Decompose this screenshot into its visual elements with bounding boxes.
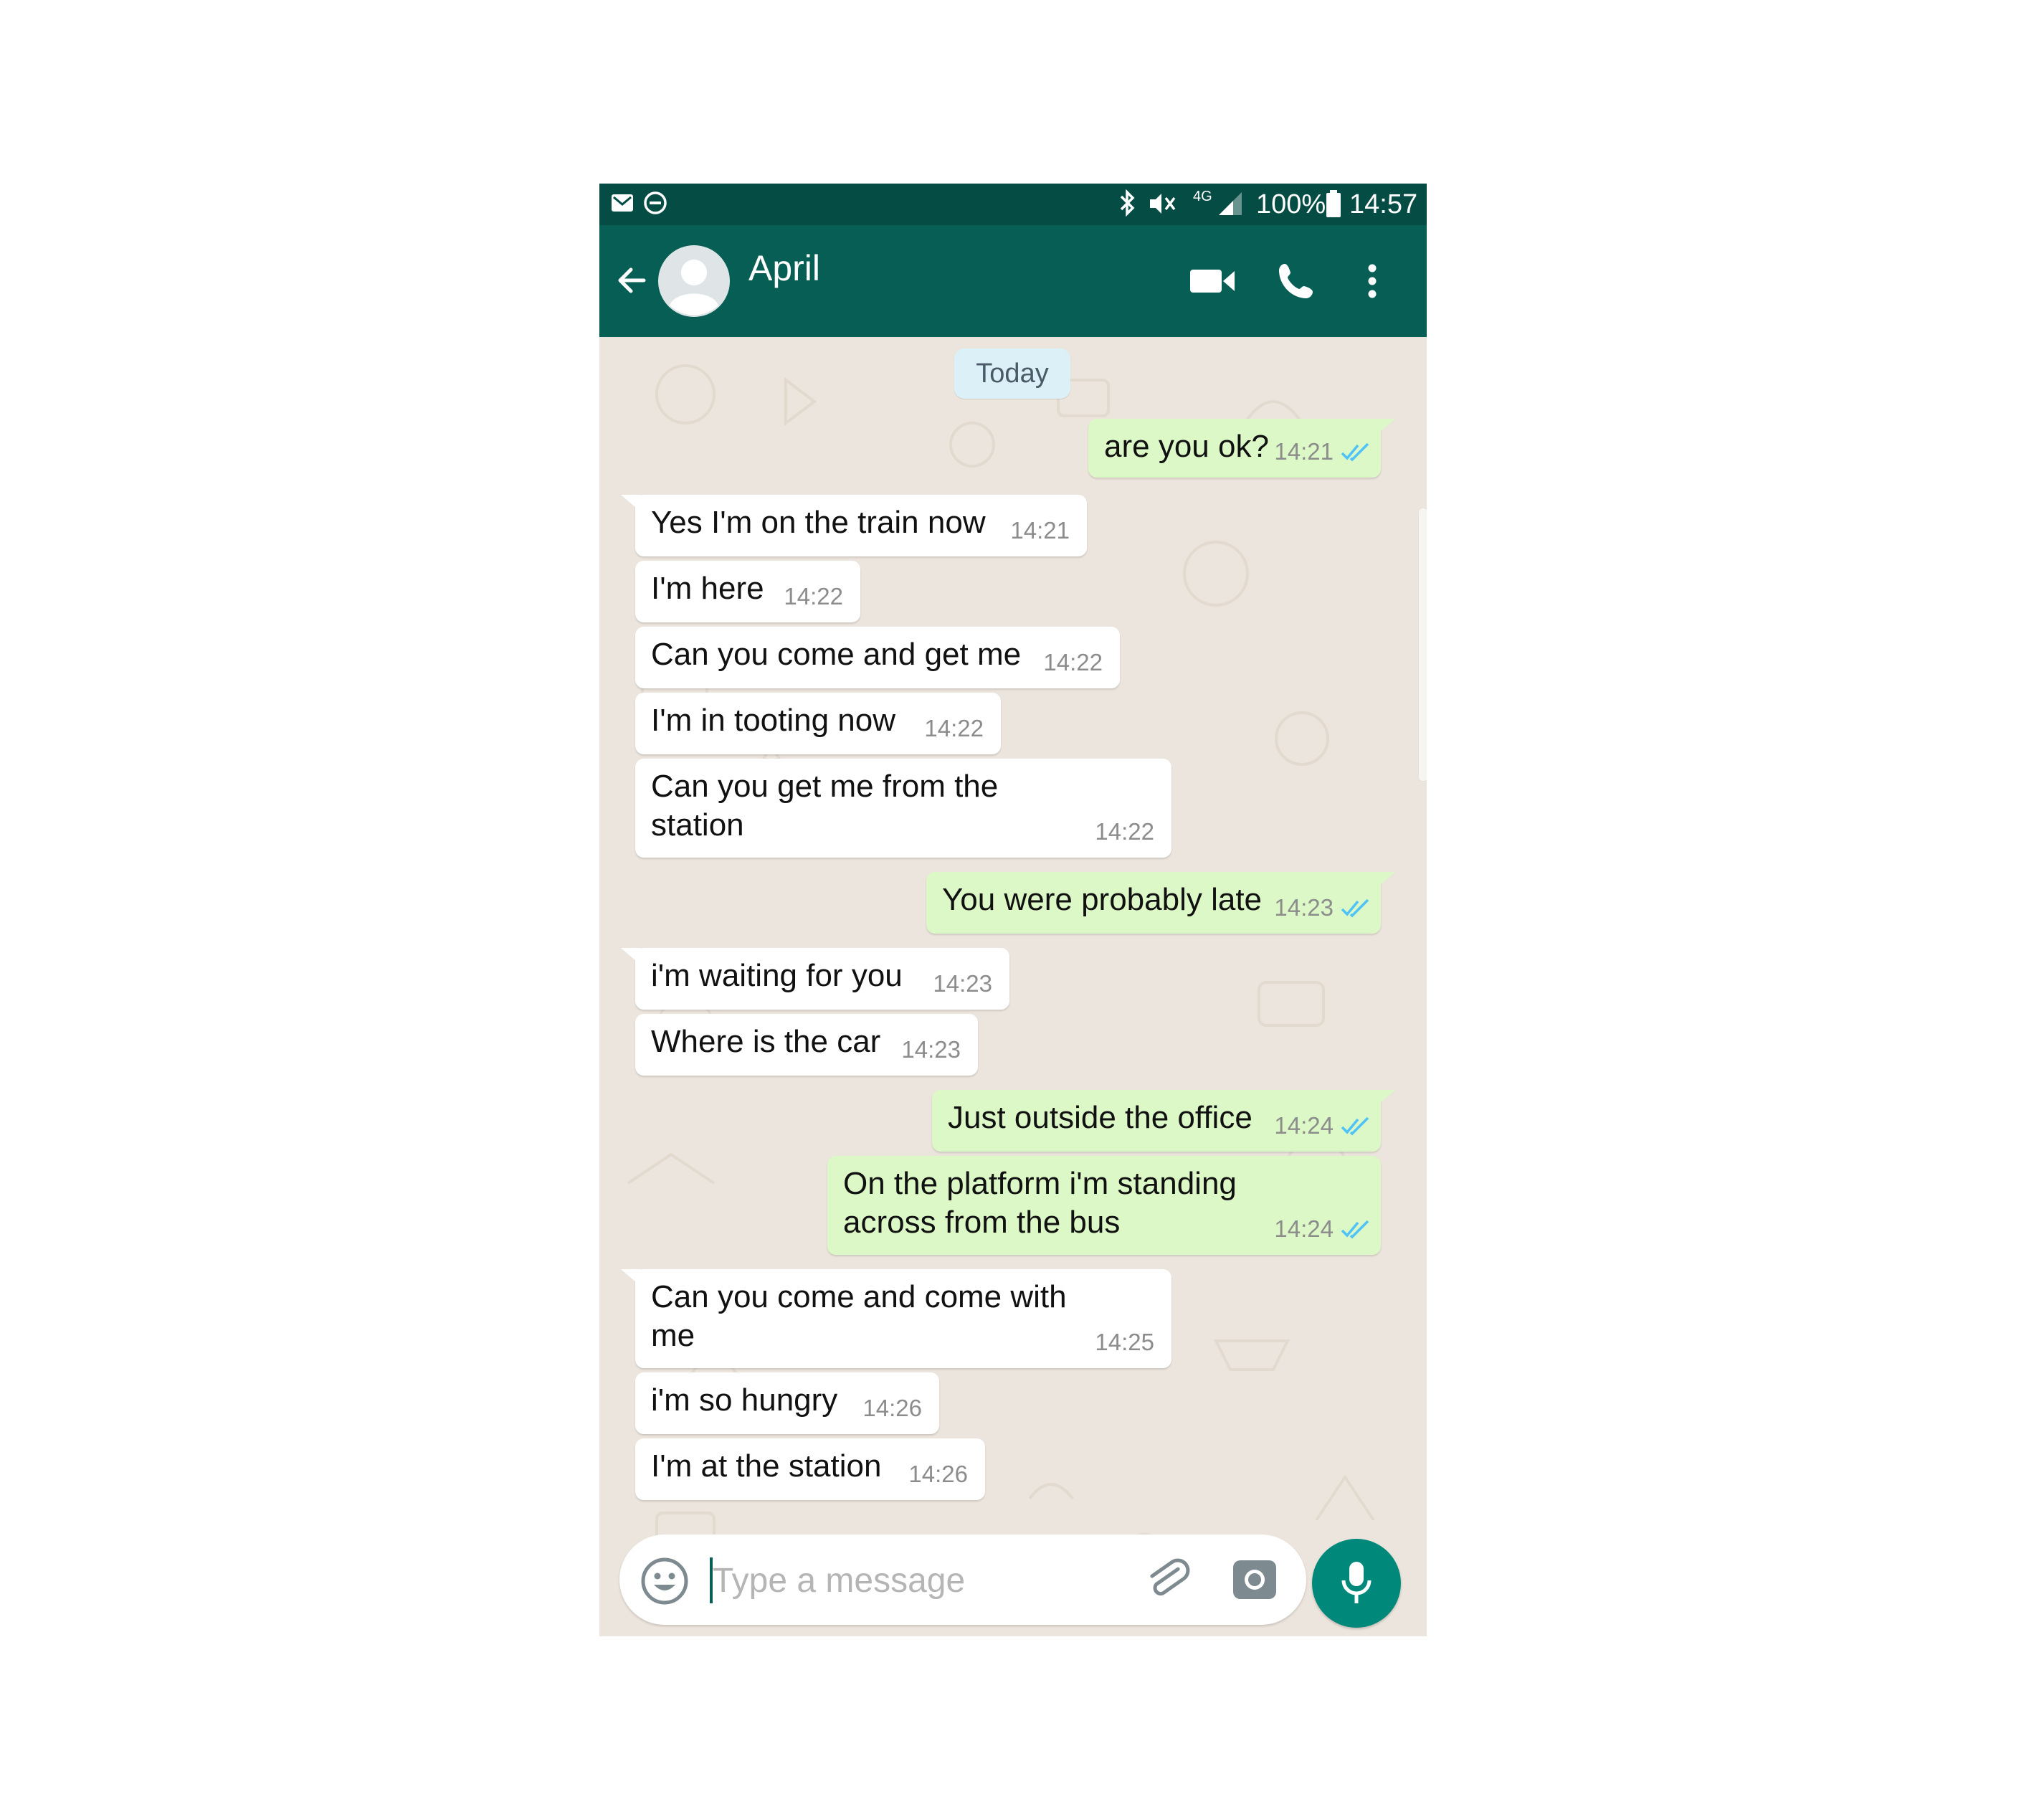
message-text: are you ok? — [1104, 429, 1269, 464]
status-time: 14:57 — [1349, 189, 1418, 219]
chat-header: April — [599, 225, 1427, 337]
message-time: 14:24 — [1274, 1112, 1334, 1139]
message-incoming[interactable]: Can you get me from the station 14:22 — [635, 759, 1171, 858]
message-incoming[interactable]: I'm at the station 14:26 — [635, 1438, 985, 1500]
back-arrow-icon[interactable] — [615, 264, 648, 300]
phone-icon[interactable] — [1276, 261, 1316, 305]
message-input[interactable] — [711, 1555, 1087, 1606]
message-outgoing[interactable]: You were probably late 14:23 — [926, 872, 1395, 934]
message-incoming[interactable]: I'm in tooting now 14:22 — [635, 693, 1001, 754]
avatar[interactable] — [658, 245, 730, 321]
message-time: 14:22 — [924, 715, 984, 741]
message-time: 14:24 — [1274, 1215, 1334, 1242]
message-outgoing[interactable]: Just outside the office 14:24 — [932, 1090, 1395, 1152]
more-vert-icon[interactable] — [1365, 262, 1379, 303]
message-time: 14:26 — [908, 1461, 968, 1487]
message-text: Yes I'm on the train now — [651, 505, 986, 540]
message-incoming[interactable]: I'm here 14:22 — [635, 561, 860, 622]
video-call-icon[interactable] — [1189, 265, 1236, 300]
message-time: 14:22 — [1095, 818, 1154, 845]
chat-area[interactable]: Today are you ok? 14:21 Yes I'm on the t… — [599, 337, 1427, 1636]
date-chip: Today — [954, 348, 1070, 399]
mic-button[interactable] — [1312, 1539, 1401, 1628]
message-time: 14:23 — [1274, 894, 1334, 921]
message-incoming[interactable]: Yes I'm on the train now 14:21 — [621, 495, 1087, 556]
message-text: Just outside the office — [948, 1100, 1252, 1135]
phone-screen: 4G 100% 14:57 April Today are you ok? 14… — [599, 184, 1427, 1636]
attach-icon[interactable] — [1144, 1557, 1192, 1608]
message-text: You were probably late — [942, 882, 1263, 917]
mic-icon — [1341, 1560, 1372, 1610]
message-text: i'm so hungry — [651, 1382, 838, 1418]
do-not-disturb-icon — [642, 190, 668, 223]
bluetooth-icon — [1117, 188, 1137, 225]
message-time: 14:21 — [1010, 517, 1070, 544]
battery-icon — [1325, 189, 1342, 225]
message-text: I'm here — [651, 571, 764, 606]
message-text: Can you get me from the station — [651, 769, 999, 843]
mail-icon — [609, 190, 635, 223]
message-time: 14:21 — [1274, 438, 1334, 465]
emoji-icon[interactable] — [640, 1556, 690, 1610]
message-text: On the platform i'm standing across from… — [843, 1166, 1237, 1240]
contact-name[interactable]: April — [748, 247, 820, 290]
message-incoming[interactable]: i'm waiting for you 14:23 — [621, 948, 1009, 1010]
status-bar: 4G 100% 14:57 — [599, 184, 1427, 225]
message-text: I'm in tooting now — [651, 703, 896, 738]
message-time: 14:23 — [933, 970, 992, 997]
message-outgoing[interactable]: are you ok? 14:21 — [1088, 419, 1395, 478]
message-time: 14:23 — [901, 1036, 961, 1063]
message-time: 14:25 — [1095, 1329, 1154, 1355]
message-composer — [619, 1534, 1306, 1625]
signal-icon — [1217, 191, 1245, 224]
message-text: i'm waiting for you — [651, 958, 903, 993]
vibrate-icon — [1147, 189, 1176, 225]
message-text: Can you come and come with me — [651, 1279, 1067, 1353]
read-receipt-icon — [1341, 442, 1369, 462]
camera-icon[interactable] — [1232, 1557, 1278, 1604]
message-incoming[interactable]: Can you come and get me 14:22 — [635, 627, 1120, 688]
read-receipt-icon — [1341, 898, 1369, 918]
message-incoming[interactable]: Can you come and come with me 14:25 — [621, 1269, 1171, 1368]
read-receipt-icon — [1341, 1116, 1369, 1136]
read-receipt-icon — [1341, 1220, 1369, 1239]
message-text: Where is the car — [651, 1024, 881, 1059]
message-text: I'm at the station — [651, 1448, 882, 1484]
message-time: 14:22 — [1043, 649, 1103, 675]
message-time: 14:22 — [784, 583, 843, 609]
message-outgoing[interactable]: On the platform i'm standing across from… — [827, 1156, 1381, 1255]
message-incoming[interactable]: i'm so hungry 14:26 — [635, 1372, 939, 1434]
battery-percentage: 100% — [1256, 189, 1326, 219]
scroll-handle[interactable] — [1418, 508, 1427, 782]
network-4g-icon: 4G — [1193, 189, 1212, 204]
message-time: 14:26 — [862, 1395, 922, 1421]
message-incoming[interactable]: Where is the car 14:23 — [635, 1014, 978, 1076]
message-text: Can you come and get me — [651, 637, 1022, 672]
